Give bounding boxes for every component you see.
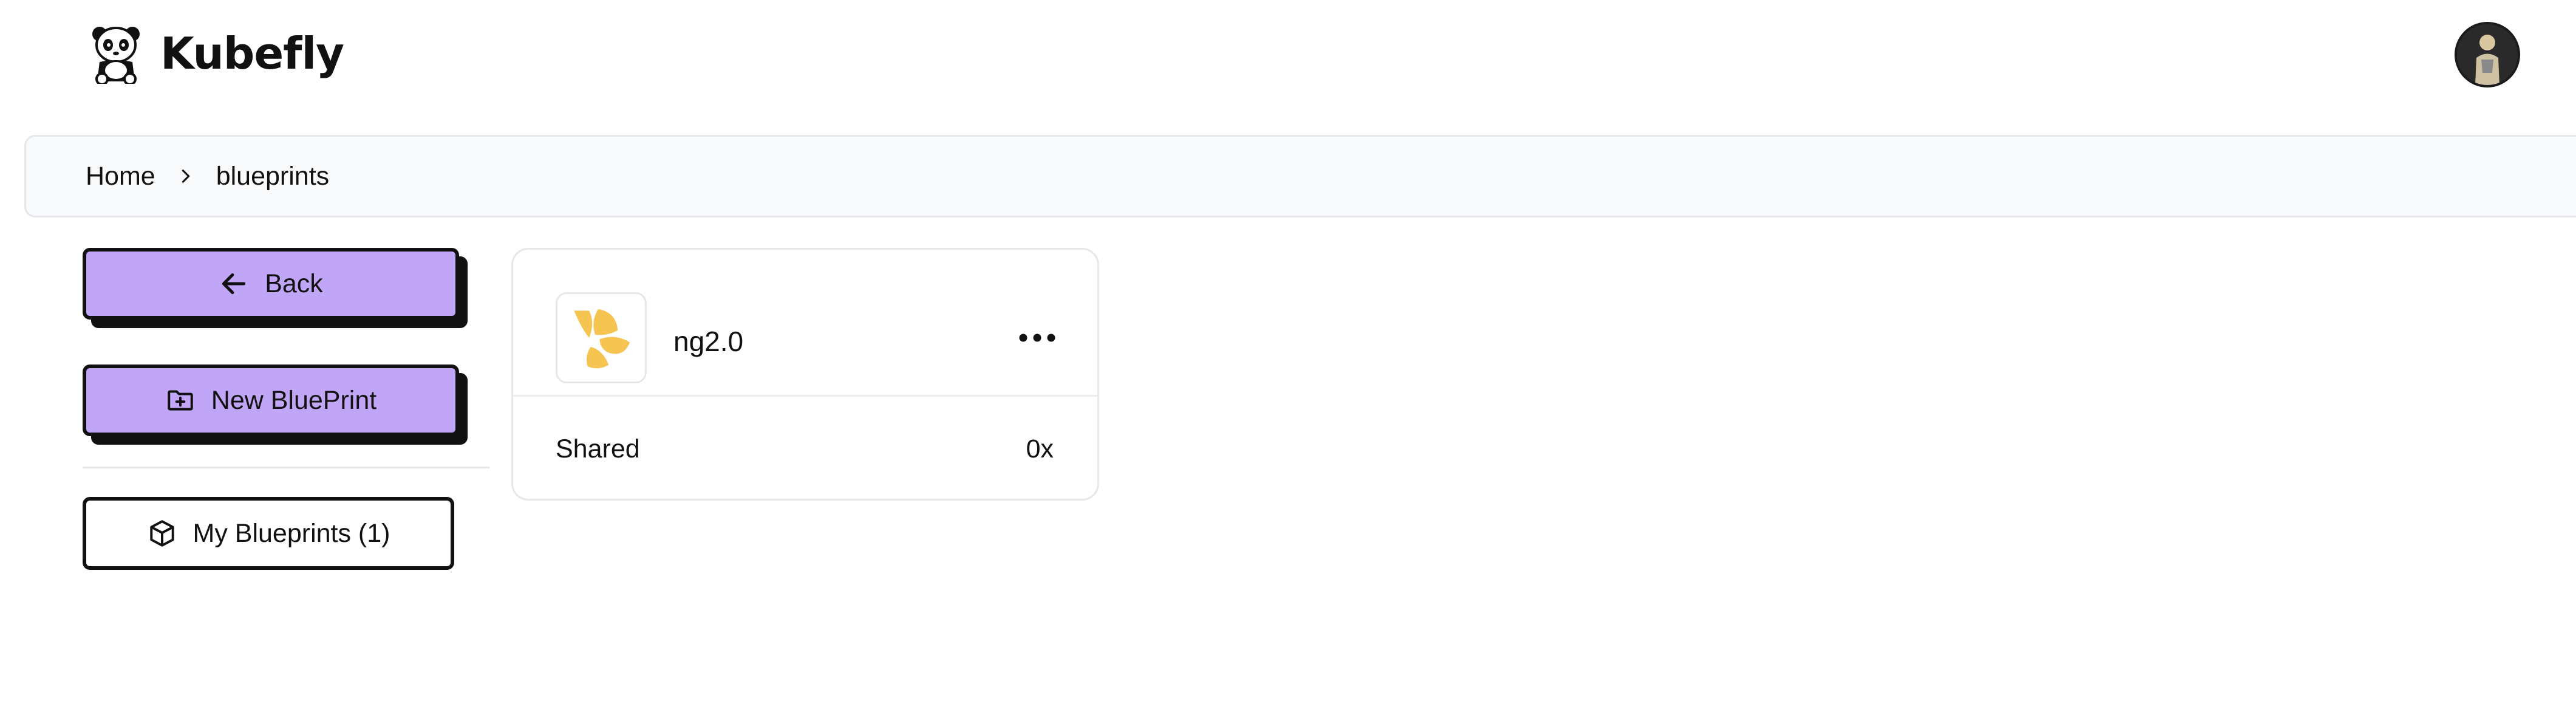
avatar-image	[2457, 24, 2518, 85]
my-blueprints-label: My Blueprints (1)	[193, 518, 390, 548]
top-header: Kubefly	[0, 0, 2576, 115]
petal-logo-icon	[574, 309, 630, 369]
breadcrumb: Home blueprints	[24, 135, 2576, 217]
blueprint-logo	[556, 292, 647, 383]
new-blueprint-button-label: New BluePrint	[211, 385, 377, 415]
brand-logo[interactable]: Kubefly	[89, 23, 344, 84]
my-blueprints-button[interactable]: My Blueprints (1)	[83, 497, 454, 570]
blueprint-card[interactable]: ng2.0 Shared 0x	[511, 248, 1099, 501]
blueprint-menu-button[interactable]	[1010, 323, 1065, 353]
more-horizontal-icon	[1019, 334, 1055, 342]
panda-logo-icon	[92, 27, 140, 84]
arrow-left-icon	[222, 273, 246, 295]
back-button[interactable]: Back	[83, 248, 459, 320]
blueprint-name: ng2.0	[673, 326, 744, 357]
chevron-right-icon	[182, 169, 189, 183]
cube-icon	[149, 520, 174, 547]
shared-label: Shared	[556, 434, 640, 464]
user-avatar[interactable]	[2455, 22, 2520, 87]
new-blueprint-button[interactable]: New BluePrint	[83, 365, 459, 436]
app-name: Kubefly	[160, 28, 344, 79]
blueprint-card-header: ng2.0	[513, 250, 1097, 397]
breadcrumb-current: blueprints	[216, 161, 330, 191]
folder-plus-icon	[168, 390, 193, 411]
back-button-label: Back	[265, 269, 323, 298]
breadcrumb-home-link[interactable]: Home	[86, 162, 155, 191]
sidebar-divider	[83, 467, 489, 468]
shared-value: 0x	[1026, 434, 1054, 464]
